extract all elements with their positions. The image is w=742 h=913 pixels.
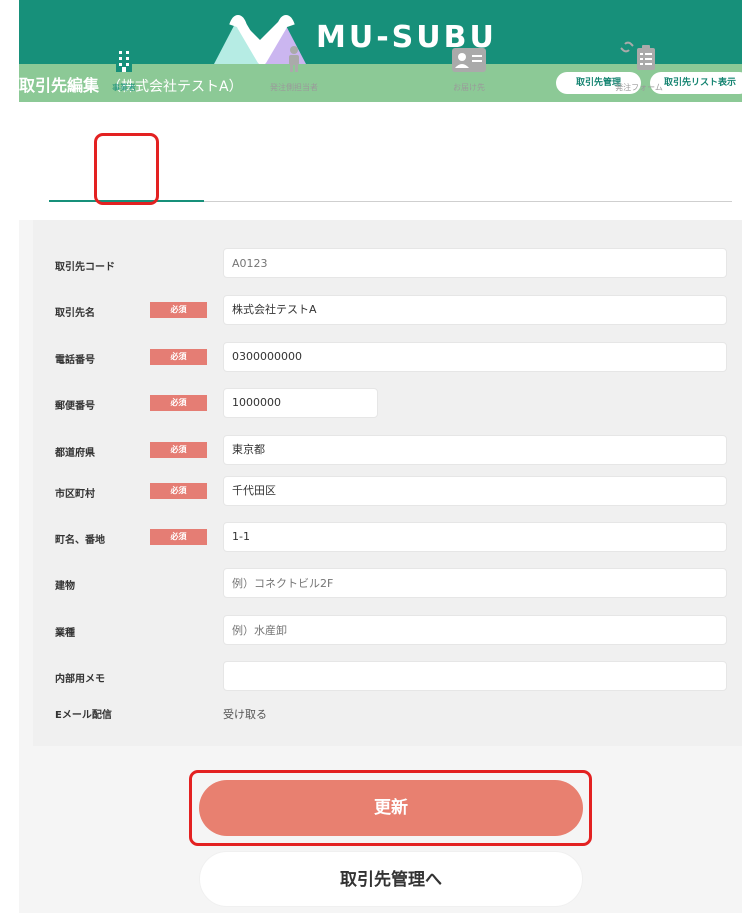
city-input[interactable]: 千代田区 (223, 476, 727, 506)
partner-name-input[interactable]: 株式会社テストA (223, 295, 727, 325)
label-prefecture: 都道府県 (55, 448, 95, 459)
label-street: 町名、番地 (55, 535, 105, 546)
required-badge: 必須 (150, 442, 207, 458)
industry-input[interactable] (223, 615, 727, 645)
tab-order-form[interactable]: 発注フォーム (564, 38, 714, 104)
id-card-icon (452, 48, 486, 72)
required-badge: 必須 (150, 395, 207, 411)
label-industry: 業種 (55, 628, 75, 639)
tab-delivery-address[interactable]: お届け先 (394, 38, 544, 104)
back-to-partner-management-button[interactable]: 取引先管理へ (199, 851, 583, 907)
label-email-delivery: Eメール配信 (55, 710, 112, 721)
tab-orderer-contact-label: 発注側担当者 (270, 83, 318, 92)
label-city: 市区町村 (55, 489, 95, 500)
phone-input[interactable]: 0300000000 (223, 342, 727, 372)
email-delivery-value[interactable]: 受け取る (223, 706, 267, 722)
highlight-update-button (189, 770, 592, 846)
label-postal-code: 郵便番号 (55, 401, 95, 412)
person-icon (289, 46, 299, 72)
prefecture-input[interactable]: 東京都 (223, 435, 727, 465)
tab-business-label: 事業者 (112, 83, 136, 92)
app-frame: MU-SUBU 取引先編集 （株式会社テストA） 取引先管理 取引先リスト表示 事… (19, 0, 742, 913)
building-input[interactable] (223, 568, 727, 598)
form-panel: 取引先コード 取引先名 必須 株式会社テストA 電話番号 必須 03000000… (33, 220, 742, 746)
tab-business[interactable]: 事業者 (49, 38, 199, 104)
postal-code-input[interactable]: 1000000 (223, 388, 378, 418)
label-partner-code: 取引先コード (55, 262, 115, 273)
label-partner-name: 取引先名 (55, 308, 95, 319)
clipboard-link-icon (620, 41, 655, 70)
building-icon (116, 48, 132, 72)
required-badge: 必須 (150, 349, 207, 365)
required-badge: 必須 (150, 302, 207, 318)
label-phone: 電話番号 (55, 355, 95, 366)
tab-delivery-address-label: お届け先 (453, 83, 485, 92)
street-input[interactable]: 1-1 (223, 522, 727, 552)
internal-memo-input[interactable] (223, 661, 727, 691)
label-building: 建物 (55, 581, 75, 592)
tab-orderer-contact[interactable]: 発注側担当者 (219, 38, 369, 104)
label-internal-memo: 内部用メモ (55, 674, 105, 685)
required-badge: 必須 (150, 483, 207, 499)
partner-code-input[interactable] (223, 248, 727, 278)
tab-order-form-label: 発注フォーム (615, 83, 663, 92)
required-badge: 必須 (150, 529, 207, 545)
highlight-tab-business (94, 133, 159, 205)
